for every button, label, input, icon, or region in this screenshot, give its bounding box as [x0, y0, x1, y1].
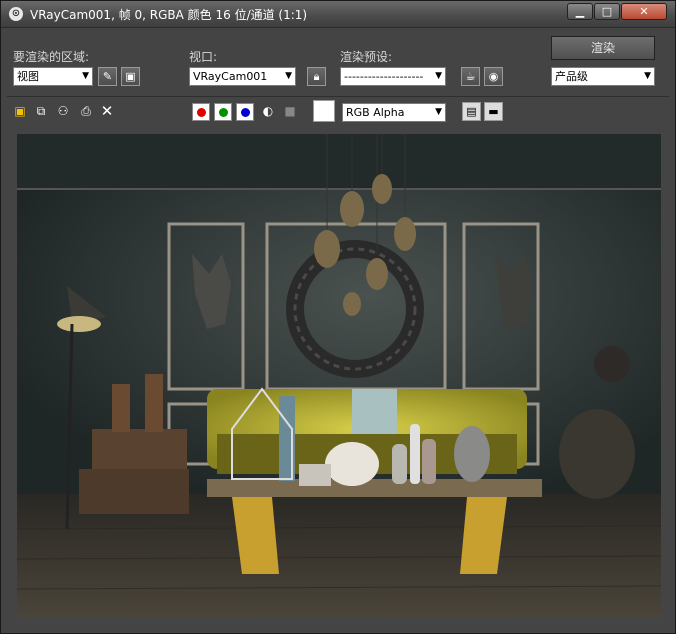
- area-dropdown[interactable]: 视图 ▼: [13, 67, 93, 86]
- chevron-down-icon: ▼: [644, 71, 651, 81]
- region-edit-icon[interactable]: ✎: [98, 67, 117, 86]
- copy-icon[interactable]: ⧉: [33, 103, 49, 119]
- alpha-toggle-icon[interactable]: ◐: [260, 103, 276, 119]
- channel-dropdown[interactable]: RGB Alpha ▼: [342, 103, 446, 122]
- clear-icon[interactable]: ✕: [99, 103, 115, 119]
- blue-dot-icon: [241, 108, 250, 117]
- red-dot-icon: [197, 108, 206, 117]
- chevron-down-icon: ▼: [285, 71, 292, 81]
- preset-label: 渲染预设:: [340, 50, 393, 64]
- auto-region-icon[interactable]: ▣: [121, 67, 140, 86]
- red-channel-toggle[interactable]: [192, 103, 210, 121]
- render-viewport[interactable]: [17, 134, 661, 617]
- render-button[interactable]: 渲染: [551, 36, 655, 60]
- channel-dropdown-value: RGB Alpha: [346, 106, 405, 119]
- frame-toolbar: ▣ ⧉ ⚇ ⎙ ✕ ◐ ■ RGB Alpha ▼ ▤ ▬: [7, 96, 669, 127]
- area-label: 要渲染的区域:: [13, 50, 90, 64]
- green-dot-icon: [219, 108, 228, 117]
- window-title: VRayCam001, 帧 0, RGBA 颜色 16 位/通道 (1:1): [30, 8, 308, 22]
- blue-channel-toggle[interactable]: [236, 103, 254, 121]
- lock-icon[interactable]: 🔒︎: [307, 67, 326, 86]
- maximize-button[interactable]: □: [594, 3, 620, 20]
- chevron-down-icon: ▼: [82, 71, 89, 81]
- print-icon[interactable]: ⎙: [78, 103, 94, 119]
- mono-toggle-icon[interactable]: ■: [282, 103, 298, 119]
- save-icon[interactable]: ▣: [12, 103, 28, 119]
- viewport-label: 视口:: [189, 50, 218, 64]
- settings-icon[interactable]: ◉: [484, 67, 503, 86]
- teapot-icon[interactable]: ☕︎: [461, 67, 480, 86]
- clone-icon[interactable]: ⚇: [55, 103, 71, 119]
- area-dropdown-value: 视图: [17, 70, 39, 83]
- viewport-dropdown-value: VRayCam001: [193, 70, 268, 83]
- title-bar: ⊙ VRayCam001, 帧 0, RGBA 颜色 16 位/通道 (1:1)…: [1, 1, 675, 28]
- preset-dropdown-value: --------------------: [344, 70, 424, 83]
- close-button[interactable]: ✕: [621, 3, 667, 20]
- rendered-image: [17, 134, 661, 617]
- color-swatch[interactable]: [313, 100, 335, 122]
- display-toggle-icon[interactable]: ▤: [462, 102, 481, 121]
- history-toggle-icon[interactable]: ▬: [484, 102, 503, 121]
- quality-dropdown[interactable]: 产品级 ▼: [551, 67, 655, 86]
- app-icon: ⊙: [9, 7, 23, 21]
- chevron-down-icon: ▼: [435, 107, 442, 117]
- preset-dropdown[interactable]: -------------------- ▼: [340, 67, 446, 86]
- green-channel-toggle[interactable]: [214, 103, 232, 121]
- render-frame-window: ⊙ VRayCam001, 帧 0, RGBA 颜色 16 位/通道 (1:1)…: [0, 0, 676, 634]
- viewport-dropdown[interactable]: VRayCam001 ▼: [189, 67, 296, 86]
- quality-dropdown-value: 产品级: [555, 70, 588, 83]
- chevron-down-icon: ▼: [435, 71, 442, 81]
- minimize-button[interactable]: ▁: [567, 3, 593, 20]
